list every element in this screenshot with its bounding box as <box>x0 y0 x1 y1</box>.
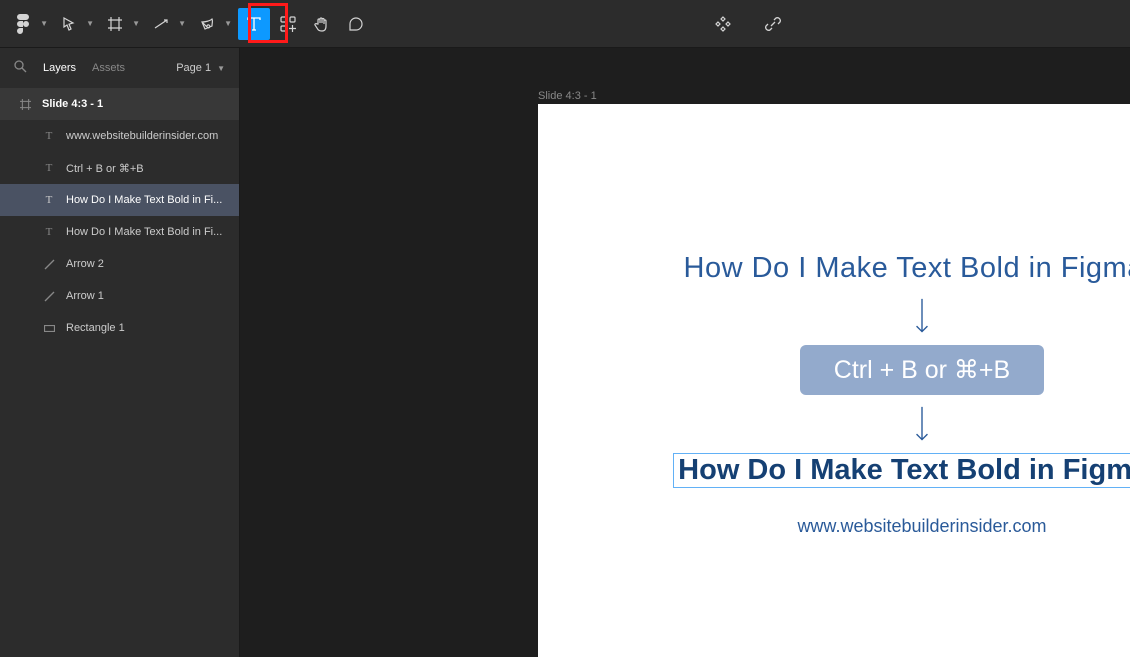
page-selector[interactable]: Page 1 ▼ <box>176 62 225 74</box>
canvas[interactable]: Slide 4:3 - 1 How Do I Make Text Bold in… <box>240 48 1130 657</box>
components-icon <box>715 16 731 32</box>
arrow-2[interactable] <box>912 405 932 445</box>
toolbar-left: ▼ ▼ ▼ ▼ ▼ <box>8 8 372 40</box>
figma-logo-icon <box>16 14 30 34</box>
link-button[interactable] <box>757 8 789 40</box>
move-tool-button[interactable]: ▼ <box>54 8 98 40</box>
layer-label: www.websitebuilderinsider.com <box>66 130 239 142</box>
layer-label: Rectangle 1 <box>66 322 239 334</box>
slide-frame[interactable]: How Do I Make Text Bold in Figma? Ctrl +… <box>538 104 1130 657</box>
line-layer-icon <box>42 291 56 302</box>
pointer-icon <box>62 17 76 31</box>
figma-menu-button[interactable]: ▼ <box>8 8 52 40</box>
slide-content: How Do I Make Text Bold in Figma? Ctrl +… <box>538 104 1130 657</box>
chevron-down-icon: ▼ <box>224 19 232 28</box>
layer-arrow[interactable]: Arrow 1 <box>0 280 239 312</box>
resources-icon <box>280 16 296 32</box>
comment-tool-button[interactable] <box>340 8 372 40</box>
layer-label: How Do I Make Text Bold in Fi... <box>66 226 239 238</box>
layer-rectangle[interactable]: Rectangle 1 <box>0 312 239 344</box>
frame-icon <box>108 17 122 31</box>
tab-assets[interactable]: Assets <box>92 62 125 74</box>
layer-text[interactable]: T Ctrl + B or ⌘+B <box>0 152 239 184</box>
chevron-down-icon: ▼ <box>132 19 140 28</box>
text-layer-icon: T <box>42 194 56 206</box>
layer-label: How Do I Make Text Bold in Fi... <box>66 194 239 206</box>
tab-layers[interactable]: Layers <box>43 62 76 74</box>
pen-tool-button[interactable]: ▼ <box>192 8 236 40</box>
question-text[interactable]: How Do I Make Text Bold in Figma? <box>684 252 1130 285</box>
chevron-down-icon: ▼ <box>40 19 48 28</box>
url-text[interactable]: www.websitebuilderinsider.com <box>797 516 1046 537</box>
frame-tool-button[interactable]: ▼ <box>100 8 144 40</box>
arrow-1[interactable] <box>912 297 932 337</box>
text-icon <box>246 16 262 32</box>
layer-text-selected[interactable]: T How Do I Make Text Bold in Fi... <box>0 184 239 216</box>
page-label: Page 1 <box>176 62 211 74</box>
toolbar-center <box>374 8 1122 40</box>
frame-title-label[interactable]: Slide 4:3 - 1 <box>538 90 597 102</box>
shortcut-box[interactable]: Ctrl + B or ⌘+B <box>800 345 1044 395</box>
hand-icon <box>314 16 330 32</box>
layer-label: Arrow 1 <box>66 290 239 302</box>
layer-frame[interactable]: Slide 4:3 - 1 <box>0 88 239 120</box>
components-button[interactable] <box>707 8 739 40</box>
layer-text[interactable]: T www.websitebuilderinsider.com <box>0 120 239 152</box>
chevron-down-icon: ▼ <box>217 64 225 73</box>
text-layer-icon: T <box>42 226 56 238</box>
text-layer-icon: T <box>42 162 56 174</box>
resources-button[interactable] <box>272 8 304 40</box>
line-layer-icon <box>42 259 56 270</box>
comment-icon <box>348 16 364 32</box>
layer-list: Slide 4:3 - 1 T www.websitebuilderinside… <box>0 88 239 344</box>
toolbar: ▼ ▼ ▼ ▼ ▼ <box>0 0 1130 48</box>
layer-label: Arrow 2 <box>66 258 239 270</box>
text-tool-button[interactable] <box>238 8 270 40</box>
chevron-down-icon: ▼ <box>178 19 186 28</box>
layers-panel: Layers Assets Page 1 ▼ Slide 4:3 - 1 T w… <box>0 48 240 657</box>
main: Layers Assets Page 1 ▼ Slide 4:3 - 1 T w… <box>0 48 1130 657</box>
layer-label: Ctrl + B or ⌘+B <box>66 162 239 175</box>
hand-tool-button[interactable] <box>306 8 338 40</box>
sidebar-header: Layers Assets Page 1 ▼ <box>0 48 239 88</box>
shape-tool-button[interactable]: ▼ <box>146 8 190 40</box>
layer-label: Slide 4:3 - 1 <box>42 98 239 110</box>
line-arrow-icon <box>154 19 170 29</box>
search-icon[interactable] <box>14 60 27 76</box>
link-icon <box>765 16 781 32</box>
chevron-down-icon: ▼ <box>86 19 94 28</box>
pen-icon <box>200 17 214 31</box>
bold-question-text-selected[interactable]: How Do I Make Text Bold in Figma? <box>673 453 1130 488</box>
rect-layer-icon <box>42 325 56 332</box>
text-layer-icon: T <box>42 130 56 142</box>
frame-icon <box>18 99 32 110</box>
layer-arrow[interactable]: Arrow 2 <box>0 248 239 280</box>
layer-text[interactable]: T How Do I Make Text Bold in Fi... <box>0 216 239 248</box>
